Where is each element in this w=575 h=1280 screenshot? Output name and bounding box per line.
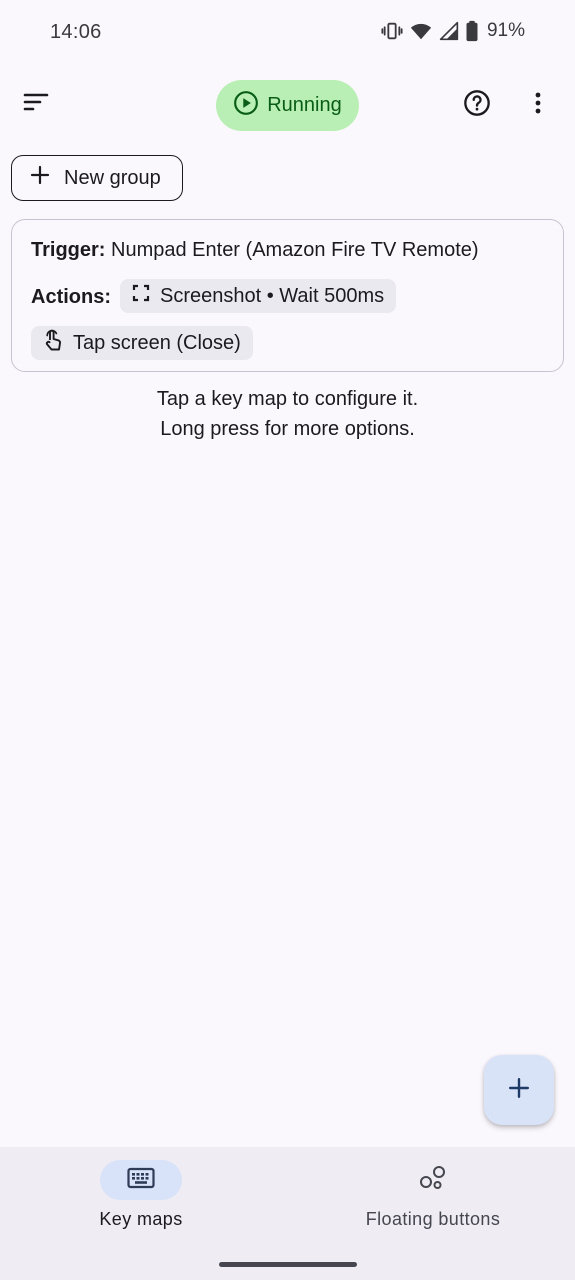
nav-item-key-maps[interactable]: Key maps [90,1147,192,1247]
sort-button[interactable] [18,84,54,124]
keyboard-icon [127,1167,155,1194]
hint-line-1: Tap a key map to configure it. [156,388,419,410]
status-time: 14:06 [50,21,102,43]
nav-indicator [392,1160,474,1200]
more-options-button[interactable] [526,88,550,122]
actions-label: Actions: [31,286,111,308]
vibrate-icon [381,20,403,42]
battery-icon [465,20,479,42]
action-label: Screenshot • Wait 500ms [160,284,385,307]
action-chip-tap-screen: Tap screen (Close) [31,326,253,360]
screenshot-icon [132,284,150,308]
trigger-line: Trigger: Numpad Enter (Amazon Fire TV Re… [31,239,479,262]
status-icons: 91% [381,20,525,42]
bubbles-icon [419,1165,447,1196]
key-mapper-screen: 14:06 91% Running New group Trigger: Num… [0,0,575,1280]
running-status-chip[interactable]: Running [216,80,359,131]
more-vert-icon [534,91,542,120]
new-group-label: New group [64,166,161,189]
trigger-label: Trigger: [31,239,106,261]
help-button[interactable] [460,88,494,122]
nav-active-indicator [100,1160,182,1200]
add-keymap-fab[interactable] [484,1055,554,1125]
help-circle-icon [463,89,491,122]
action-chip-screenshot: Screenshot • Wait 500ms [120,279,397,313]
action-label: Tap screen (Close) [73,331,241,354]
hint-line-2: Long press for more options. [160,418,415,440]
play-circle-icon [233,90,259,122]
sort-icon [23,92,49,117]
nav-label-floating-buttons: Floating buttons [365,1209,501,1229]
plus-icon [508,1077,530,1104]
top-app-bar: Running [0,78,575,134]
running-label: Running [267,94,342,116]
touch-icon [43,328,63,358]
new-group-button[interactable]: New group [11,155,183,201]
wifi-icon [409,20,433,42]
home-indicator[interactable] [219,1262,357,1267]
nav-label-key-maps: Key maps [99,1209,183,1229]
nav-item-floating-buttons[interactable]: Floating buttons [350,1147,516,1247]
status-bar: 14:06 91% [0,0,575,64]
bottom-navigation: Key maps Floating buttons [0,1147,575,1280]
battery-percent: 91% [486,20,525,41]
keymap-card[interactable]: Trigger: Numpad Enter (Amazon Fire TV Re… [11,219,564,372]
trigger-value: Numpad Enter (Amazon Fire TV Remote) [111,239,479,261]
cell-signal-icon [439,20,459,42]
plus-icon [30,165,50,191]
